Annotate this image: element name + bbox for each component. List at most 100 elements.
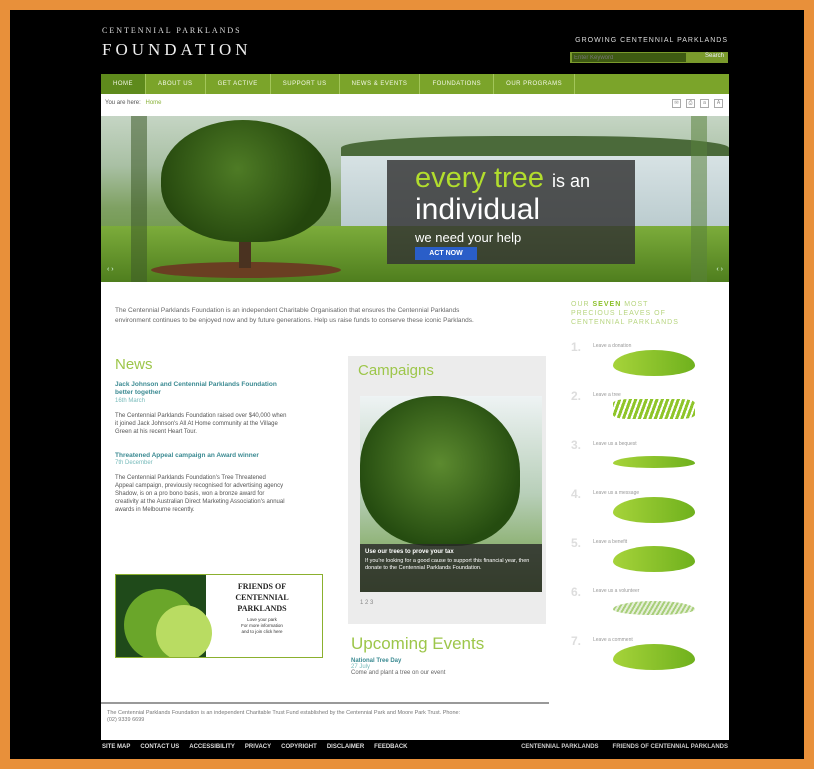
leaf-icon xyxy=(613,644,695,670)
feathery-leaf-icon xyxy=(613,601,695,615)
news-article-summary: The Centennial Parklands Foundation rais… xyxy=(115,413,287,435)
leaf-label: Leave a tree xyxy=(593,392,621,398)
leaf-icon xyxy=(613,350,695,376)
leaf-item[interactable]: 6. Leave us a volunteer xyxy=(571,585,721,634)
campaigns-heading: Campaigns xyxy=(358,362,434,379)
leaf-label: Leave a donation xyxy=(593,343,632,349)
campaign-caption-title: Use our trees to prove your tax xyxy=(365,549,454,555)
friends-title-line: PARKLANDS xyxy=(237,604,287,613)
hero-tree-canopy xyxy=(161,120,331,242)
logo-title[interactable]: FOUNDATION xyxy=(102,40,252,60)
leaves-heading-line3: CENTENNIAL PARKLANDS xyxy=(571,319,679,326)
intro-text: The Centennial Parklands Foundation is a… xyxy=(115,307,474,324)
news-article-date: 16th March xyxy=(115,398,146,404)
leaf-number: 4. xyxy=(571,487,582,501)
leaf-icon xyxy=(613,456,695,468)
friends-graphic-leaf xyxy=(156,605,212,657)
text-smaller-icon[interactable]: a xyxy=(700,99,709,108)
nav-news-events[interactable]: NEWS & EVENTS xyxy=(340,74,421,94)
main-nav: HOME ABOUT US GET ACTIVE SUPPORT US NEWS… xyxy=(101,74,729,94)
breadcrumb-home[interactable]: Home xyxy=(145,100,161,106)
leaf-item[interactable]: 7. Leave a comment xyxy=(571,634,721,683)
footer-link-friends[interactable]: FRIENDS OF CENTENNIAL PARKLANDS xyxy=(613,744,728,750)
site-tagline: GROWING CENTENNIAL PARKLANDS xyxy=(575,37,728,44)
nav-home[interactable]: HOME xyxy=(101,74,146,94)
nav-about-us[interactable]: ABOUT US xyxy=(146,74,206,94)
news-article-title[interactable]: Jack Johnson and Centennial Parklands Fo… xyxy=(115,381,285,397)
footer-link-disclaimer[interactable]: DISCLAIMER xyxy=(327,744,364,750)
leaf-item[interactable]: 4. Leave us a message xyxy=(571,487,721,536)
leaf-icon xyxy=(613,497,695,523)
footer-link-privacy[interactable]: PRIVACY xyxy=(245,744,271,750)
hero-line3: we need your help xyxy=(415,230,522,245)
footer-link-contact[interactable]: CONTACT US xyxy=(140,744,179,750)
breadcrumb: You are here: Home xyxy=(105,100,162,106)
search-box: Search xyxy=(570,52,728,63)
campaign-caption-body: If you're looking for a good cause to su… xyxy=(365,558,530,571)
news-article-date: 7th December xyxy=(115,460,153,466)
campaign-pager[interactable]: 1 2 3 xyxy=(360,600,373,606)
footer-link-feedback[interactable]: FEEDBACK xyxy=(374,744,407,750)
slide-prev-icon[interactable]: ‹ › xyxy=(107,266,114,273)
news-article-title[interactable]: Threatened Appeal campaign an Award winn… xyxy=(115,452,315,459)
nav-foundations[interactable]: FOUNDATIONS xyxy=(420,74,495,94)
footer-link-sitemap[interactable]: SITE MAP xyxy=(102,744,130,750)
email-icon[interactable]: ✉ xyxy=(672,99,681,108)
leaves-list: 1. Leave a donation 2. Leave a tree 3. Leav… xyxy=(571,340,721,683)
nav-support-us[interactable]: SUPPORT US xyxy=(271,74,340,94)
print-icon[interactable]: ⎙ xyxy=(686,99,695,108)
friends-banner[interactable]: FRIENDS OF CENTENNIAL PARKLANDS Love you… xyxy=(115,574,323,658)
leaf-item[interactable]: 5. Leave a benefit xyxy=(571,536,721,585)
campaign-photo[interactable]: Use our trees to prove your tax If you'r… xyxy=(360,396,542,592)
footer-link-copyright[interactable]: COPYRIGHT xyxy=(281,744,317,750)
hero-slide-strip-right xyxy=(691,116,707,282)
leaf-icon xyxy=(613,546,695,572)
hero-slide-strip-left xyxy=(131,116,147,282)
leaves-heading-post: MOST xyxy=(624,301,649,308)
slide-next-icon[interactable]: ‹ › xyxy=(716,266,723,273)
friends-title: FRIENDS OF CENTENNIAL PARKLANDS xyxy=(208,581,316,614)
leaves-heading-bold: SEVEN xyxy=(592,301,622,308)
hero-message-panel: every tree is an individual we need your… xyxy=(387,160,635,264)
breadcrumb-label: You are here: xyxy=(105,100,141,106)
friends-join: and to join click here xyxy=(241,629,283,634)
leaf-item[interactable]: 3. Leave us a bequest xyxy=(571,438,721,487)
news-section: News Jack Johnson and Centennial Parklan… xyxy=(115,356,325,514)
leaf-item[interactable]: 1. Leave a donation xyxy=(571,340,721,389)
events-section: Upcoming Events National Tree Day 27 Jul… xyxy=(351,634,561,676)
footer-text: The Centennial Parklands Foundation is a… xyxy=(107,710,461,723)
events-heading: Upcoming Events xyxy=(351,634,485,653)
leaves-heading-pre: OUR xyxy=(571,301,590,308)
search-button[interactable]: Search xyxy=(705,53,724,59)
leaf-label: Leave us a volunteer xyxy=(593,588,640,594)
leaves-heading: OUR SEVEN MOST PRECIOUS LEAVES OF CENTEN… xyxy=(571,300,721,327)
hero-banner: every tree is an individual we need your… xyxy=(101,116,729,282)
nav-our-programs[interactable]: OUR PROGRAMS xyxy=(494,74,576,94)
leaf-label: Leave us a bequest xyxy=(593,441,637,447)
event-description: Come and plant a tree on our event xyxy=(351,670,446,676)
footer-link-accessibility[interactable]: ACCESSIBILITY xyxy=(189,744,235,750)
hero-line2: individual xyxy=(415,193,541,226)
nav-get-active[interactable]: GET ACTIVE xyxy=(206,74,271,94)
hero-line1b: is an xyxy=(552,171,591,191)
leaf-item[interactable]: 2. Leave a tree xyxy=(571,389,721,438)
leaf-number: 6. xyxy=(571,585,582,599)
text-larger-icon[interactable]: A xyxy=(714,99,723,108)
campaign-tree-canopy xyxy=(360,396,520,546)
leaf-label: Leave a comment xyxy=(593,637,633,643)
leaves-heading-line1: OUR SEVEN MOST xyxy=(571,300,721,309)
leaf-number: 1. xyxy=(571,340,582,354)
content-page: You are here: Home ✉ ⎙ a A every tree is… xyxy=(101,94,729,740)
leaf-number: 7. xyxy=(571,634,582,648)
page-frame: CENTENNIAL PARKLANDS FOUNDATION GROWING … xyxy=(10,10,804,759)
footer-links: SITE MAP CONTACT US ACCESSIBILITY PRIVAC… xyxy=(102,744,408,750)
leaf-label: Leave a benefit xyxy=(593,539,628,545)
footer-partner-links: CENTENNIAL PARKLANDS FRIENDS OF CENTENNI… xyxy=(521,744,728,750)
page-tools: ✉ ⎙ a A xyxy=(672,99,723,108)
leaf-label: Leave us a message xyxy=(593,490,640,496)
footer-link-parklands[interactable]: CENTENNIAL PARKLANDS xyxy=(521,744,598,750)
search-input[interactable] xyxy=(572,53,686,62)
act-now-button[interactable]: ACT NOW xyxy=(415,247,477,260)
leaf-number: 3. xyxy=(571,438,582,452)
news-article-summary: The Centennial Parklands Foundation's Tr… xyxy=(115,475,285,513)
